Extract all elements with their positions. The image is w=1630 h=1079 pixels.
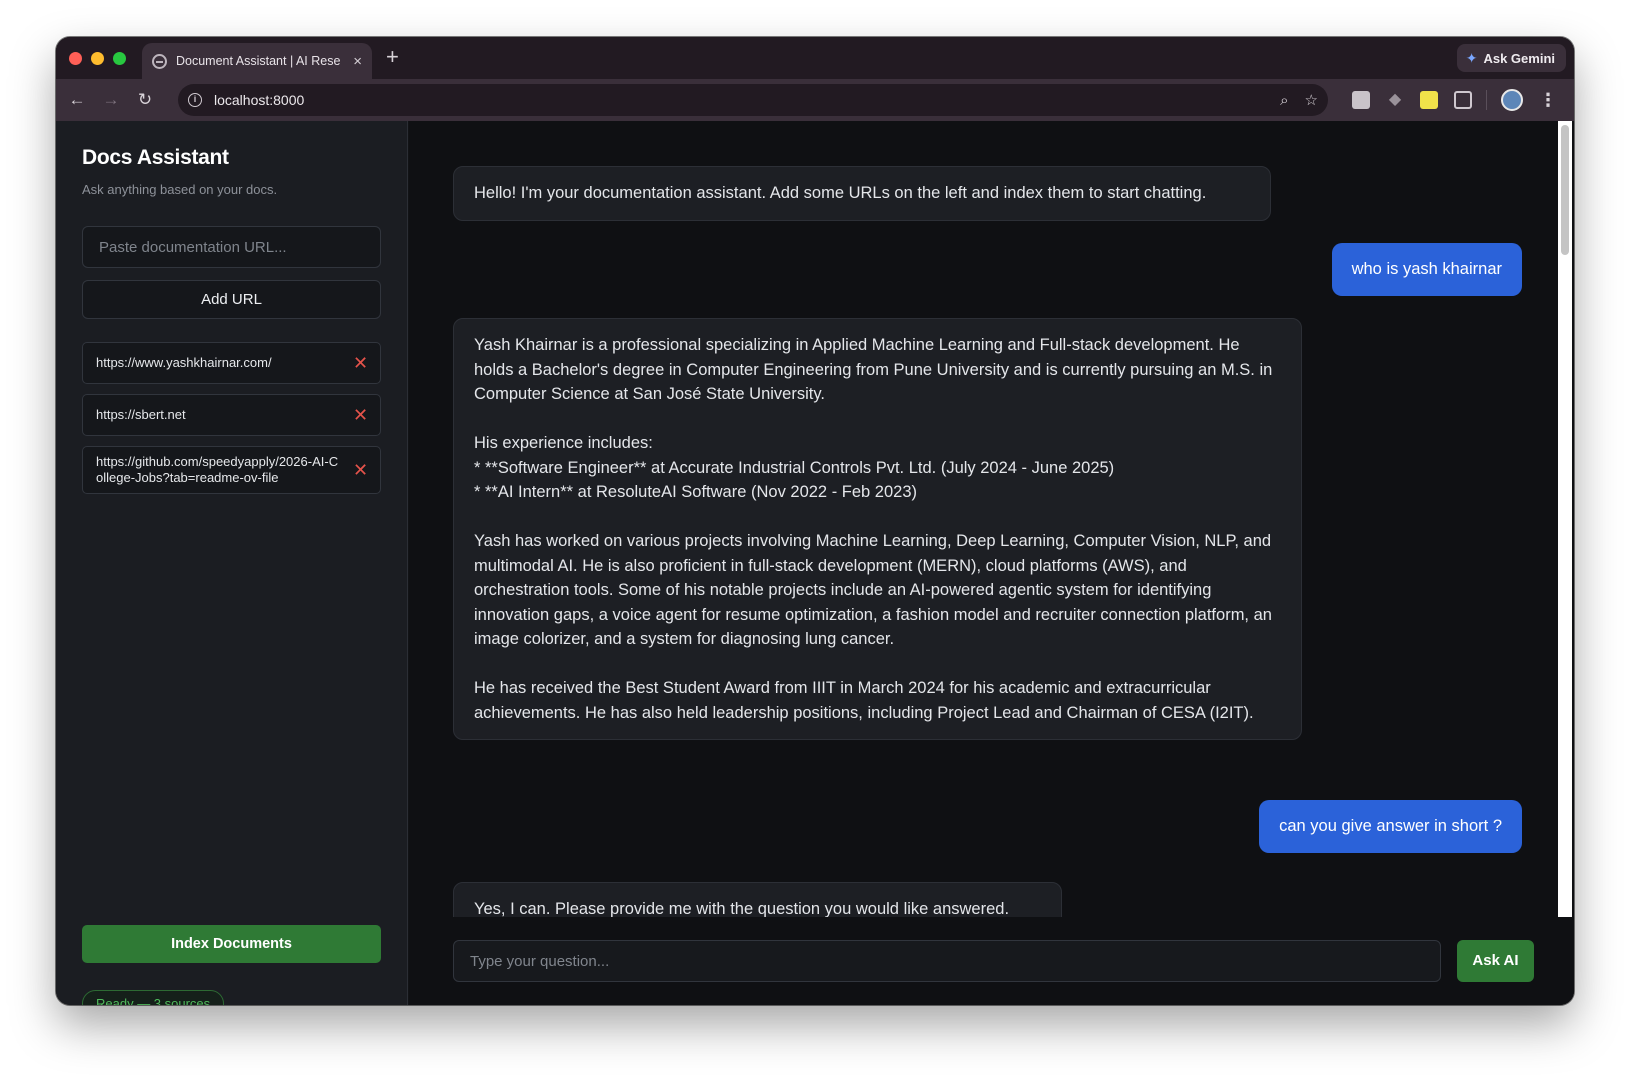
index-documents-button[interactable]: Index Documents bbox=[82, 925, 381, 963]
app-subtitle: Ask anything based on your docs. bbox=[82, 182, 278, 197]
message-text: can you give answer in short ? bbox=[1279, 817, 1502, 835]
message-paragraph: Hello! I'm your documentation assistant.… bbox=[474, 184, 1207, 202]
tab-title: Document Assistant | AI Rese bbox=[176, 54, 341, 68]
add-url-button[interactable]: Add URL bbox=[82, 280, 381, 319]
site-info-icon[interactable]: i bbox=[188, 93, 202, 107]
assistant-message: Hello! I'm your documentation assistant.… bbox=[453, 166, 1271, 221]
zoom-icon[interactable]: ⌕ bbox=[1280, 92, 1288, 109]
browser-tab[interactable]: Document Assistant | AI Rese × bbox=[142, 43, 372, 79]
question-input[interactable] bbox=[453, 940, 1441, 982]
reload-icon[interactable]: ↻ bbox=[128, 90, 162, 110]
composer: Ask AI bbox=[409, 917, 1574, 1005]
close-window-button[interactable] bbox=[69, 51, 82, 65]
chat-panel: Hello! I'm your documentation assistant.… bbox=[409, 121, 1574, 1005]
new-tab-button[interactable]: + bbox=[386, 45, 399, 69]
message-list[interactable]: Hello! I'm your documentation assistant.… bbox=[409, 121, 1554, 917]
status-badge: Ready — 3 sources bbox=[82, 990, 225, 1005]
url-text: https://www.yashkhairnar.com/ bbox=[96, 355, 272, 370]
extension-1-icon[interactable] bbox=[1352, 91, 1370, 109]
address-url[interactable]: localhost:8000 bbox=[214, 92, 1264, 108]
url-input[interactable] bbox=[82, 226, 381, 268]
message-paragraph: Yash has worked on various projects invo… bbox=[474, 532, 1272, 648]
address-bar[interactable]: i localhost:8000 ⌕ ☆ bbox=[178, 84, 1328, 116]
maximize-window-button[interactable] bbox=[113, 51, 126, 65]
toolbar-divider bbox=[1486, 90, 1487, 110]
remove-url-icon[interactable]: ✕ bbox=[353, 460, 368, 481]
message-paragraph: He has received the Best Student Award f… bbox=[474, 679, 1254, 722]
ask-gemini-button[interactable]: ✦ Ask Gemini bbox=[1456, 44, 1566, 72]
bookmark-star-icon[interactable]: ☆ bbox=[1305, 91, 1318, 109]
extensions-area: ◆ ⋮ bbox=[1344, 79, 1565, 121]
remove-url-icon[interactable]: ✕ bbox=[353, 405, 368, 426]
extension-3-icon[interactable] bbox=[1420, 91, 1438, 109]
message-text: who is yash khairnar bbox=[1351, 260, 1502, 278]
user-message: who is yash khairnar bbox=[1331, 243, 1522, 296]
user-message: can you give answer in short ? bbox=[1259, 800, 1522, 853]
assistant-message: Yes, I can. Please provide me with the q… bbox=[453, 882, 1062, 917]
remove-url-icon[interactable]: ✕ bbox=[353, 353, 368, 374]
minimize-window-button[interactable] bbox=[91, 51, 104, 65]
sidebar: Docs Assistant Ask anything based on you… bbox=[56, 121, 408, 1005]
gemini-sparkle-icon: ✦ bbox=[1465, 49, 1478, 66]
url-text: https://github.com/speedyapply/2026-AI-C… bbox=[96, 454, 339, 485]
chat-scrollbar[interactable] bbox=[1558, 121, 1572, 917]
window-controls bbox=[69, 51, 126, 65]
app-title: Docs Assistant bbox=[82, 146, 229, 169]
browser-toolbar: ← → ↻ i localhost:8000 ⌕ ☆ ◆ ⋮ bbox=[56, 79, 1574, 121]
browser-window: Document Assistant | AI Rese × + ✦ Ask G… bbox=[56, 37, 1574, 1005]
extension-2-icon[interactable]: ◆ bbox=[1386, 91, 1404, 109]
tab-strip: Document Assistant | AI Rese × + ✦ Ask G… bbox=[56, 37, 1574, 79]
browser-menu-icon[interactable]: ⋮ bbox=[1539, 90, 1557, 111]
message-paragraph: Yes, I can. Please provide me with the q… bbox=[474, 900, 1010, 917]
url-list-item: https://www.yashkhairnar.com/ ✕ bbox=[82, 342, 381, 384]
message-paragraph: His experience includes: * **Software En… bbox=[474, 434, 1115, 501]
ask-ai-button[interactable]: Ask AI bbox=[1457, 940, 1534, 982]
back-icon[interactable]: ← bbox=[60, 90, 94, 110]
url-list-item: https://github.com/speedyapply/2026-AI-C… bbox=[82, 446, 381, 494]
tab-close-icon[interactable]: × bbox=[353, 53, 362, 70]
extensions-puzzle-icon[interactable] bbox=[1454, 91, 1472, 109]
profile-avatar[interactable] bbox=[1501, 89, 1523, 111]
globe-icon bbox=[152, 53, 167, 69]
scrollbar-thumb[interactable] bbox=[1561, 125, 1569, 255]
assistant-message: Yash Khairnar is a professional speciali… bbox=[453, 318, 1302, 740]
app-page: Docs Assistant Ask anything based on you… bbox=[56, 121, 1574, 1005]
forward-icon[interactable]: → bbox=[94, 90, 128, 110]
message-paragraph: Yash Khairnar is a professional speciali… bbox=[474, 336, 1273, 403]
url-text: https://sbert.net bbox=[96, 407, 186, 422]
url-list-item: https://sbert.net ✕ bbox=[82, 394, 381, 436]
ask-gemini-label: Ask Gemini bbox=[1483, 50, 1555, 66]
